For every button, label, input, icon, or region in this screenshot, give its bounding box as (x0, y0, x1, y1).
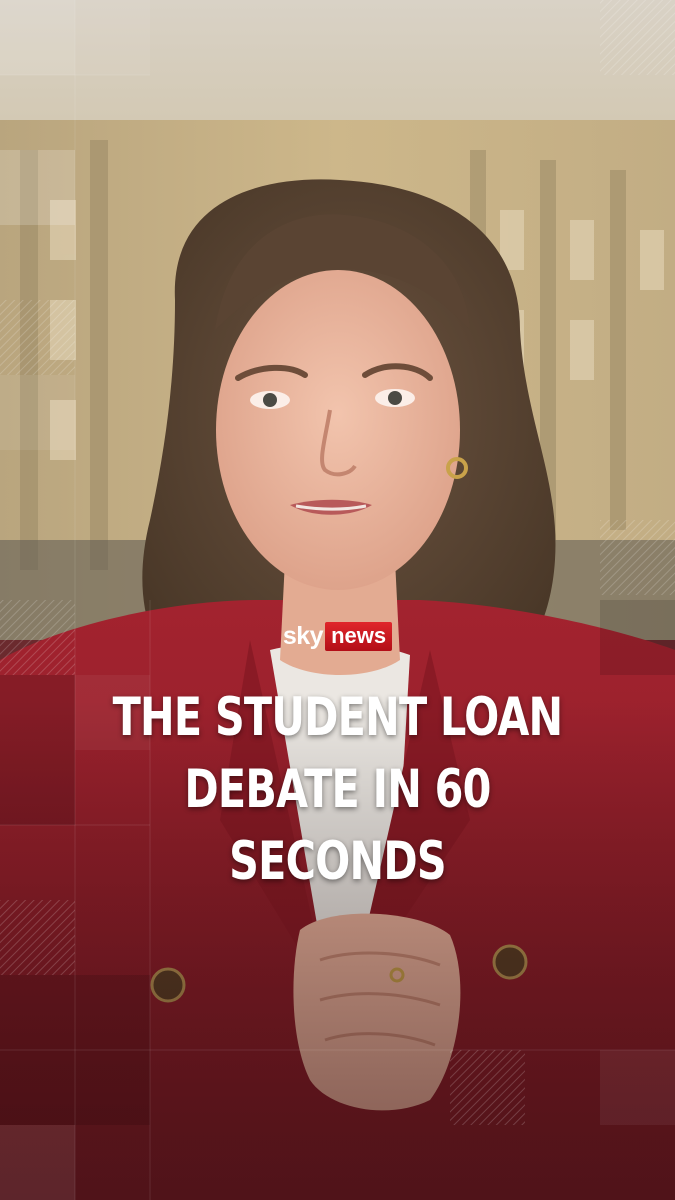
headline-line-3: SECONDS (229, 831, 447, 892)
graphic-tile-overlay (0, 0, 675, 1200)
headline-line-2: DEBATE IN 60 (184, 759, 491, 820)
sky-news-logo: sky news (0, 621, 675, 651)
logo-news-badge: news (325, 621, 393, 651)
logo-sky-text: sky (282, 622, 324, 650)
headline-line-1: THE STUDENT LOAN (112, 687, 564, 748)
headline: THE STUDENT LOAN DEBATE IN 60 SECONDS (74, 682, 601, 898)
